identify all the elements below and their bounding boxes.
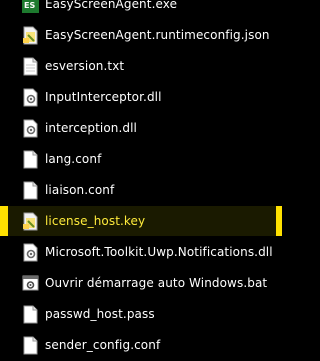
app-exe-icon: ES bbox=[22, 0, 39, 13]
file-row-runtimeconfig-json[interactable]: EasyScreenAgent.runtimeconfig.json bbox=[0, 20, 282, 50]
key-file-icon bbox=[23, 212, 38, 231]
file-row-toolkit-notifications-dll[interactable]: Microsoft.Toolkit.Uwp.Notifications.dll bbox=[0, 237, 282, 267]
file-name: EasyScreenAgent.runtimeconfig.json bbox=[45, 28, 270, 42]
text-file-icon bbox=[23, 57, 38, 76]
file-name: Ouvrir démarrage auto Windows.bat bbox=[45, 276, 268, 290]
file-name: license_host.key bbox=[45, 214, 146, 228]
file-name: passwd_host.pass bbox=[45, 307, 155, 321]
file-name: sender_config.conf bbox=[45, 338, 161, 352]
file-row-lang-conf[interactable]: lang.conf bbox=[0, 144, 282, 174]
file-row-liaison-conf[interactable]: liaison.conf bbox=[0, 175, 282, 205]
blank-file-icon bbox=[23, 181, 38, 200]
blank-file-icon bbox=[23, 150, 38, 169]
file-row-passwd-host-pass[interactable]: passwd_host.pass bbox=[0, 299, 282, 329]
json-file-icon bbox=[23, 26, 38, 45]
file-list: ES EasyScreenAgent.exe EasyScreenAgent.r… bbox=[0, 0, 282, 361]
file-row-sender-config-conf[interactable]: sender_config.conf bbox=[0, 330, 282, 360]
dll-file-icon bbox=[23, 119, 38, 138]
dll-file-icon bbox=[23, 243, 38, 262]
file-row-license-host-key[interactable]: license_host.key bbox=[0, 206, 282, 236]
file-row-esversion-txt[interactable]: esversion.txt bbox=[0, 51, 282, 81]
file-name: Microsoft.Toolkit.Uwp.Notifications.dll bbox=[45, 245, 273, 259]
file-name: interception.dll bbox=[45, 121, 137, 135]
file-name: EasyScreenAgent.exe bbox=[45, 0, 178, 11]
file-row-easyscreenagent-exe[interactable]: ES EasyScreenAgent.exe bbox=[0, 0, 282, 19]
file-name: InputInterceptor.dll bbox=[45, 90, 162, 104]
batch-file-icon bbox=[22, 275, 39, 291]
file-explorer-pane: { "colors": { "background": "#000000", "… bbox=[0, 0, 282, 355]
file-name: lang.conf bbox=[45, 152, 102, 166]
file-row-interception-dll[interactable]: interception.dll bbox=[0, 113, 282, 143]
file-row-ouvrir-demarrage-bat[interactable]: Ouvrir démarrage auto Windows.bat bbox=[0, 268, 282, 298]
dll-file-icon bbox=[23, 88, 38, 107]
file-row-inputinterceptor-dll[interactable]: InputInterceptor.dll bbox=[0, 82, 282, 112]
blank-file-icon bbox=[23, 336, 38, 355]
blank-file-icon bbox=[23, 305, 38, 324]
svg-text:ES: ES bbox=[24, 1, 35, 10]
file-name: esversion.txt bbox=[45, 59, 125, 73]
file-name: liaison.conf bbox=[45, 183, 115, 197]
